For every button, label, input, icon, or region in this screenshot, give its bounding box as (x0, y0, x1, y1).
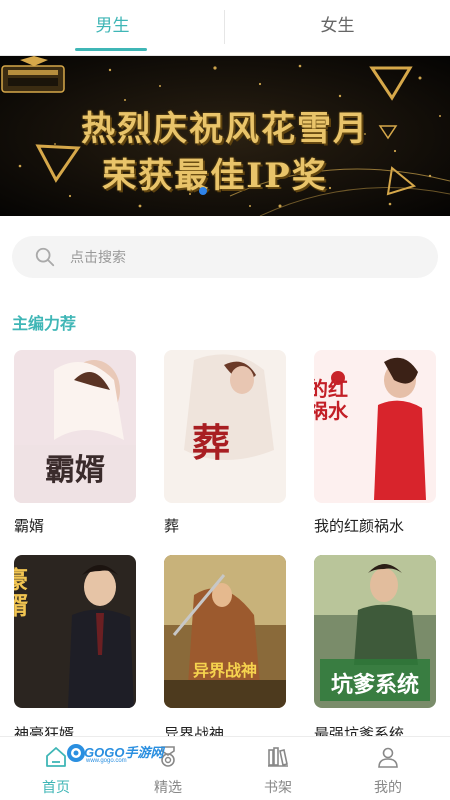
nav-bookshelf[interactable]: 书架 (222, 737, 334, 800)
section-title-editor-picks: 主编力荐 (12, 316, 77, 333)
nav-profile-label: 我的 (374, 779, 402, 795)
user-icon (378, 747, 398, 768)
promo-banner[interactable]: 热烈庆祝风花雪月 荣获最佳IP奖 (0, 56, 450, 216)
book-card[interactable]: 异界战神 异界战神 (164, 555, 286, 743)
watermark-subtext: www.gogo.com (86, 758, 127, 764)
book-cover[interactable]: 异界战神 (164, 555, 286, 708)
book-cover-title: 我的红颜祸水 (314, 377, 348, 423)
nav-featured-label: 精选 (154, 779, 182, 795)
book-card[interactable]: 神豪狂婿 神豪狂婿 (14, 555, 136, 743)
book-cover-title: 神豪狂婿 (14, 565, 28, 620)
book-cover[interactable]: 坑爹系统 (314, 555, 436, 708)
book-card[interactable]: 霸婿 霸婿 (14, 350, 136, 540)
book-title[interactable]: 葬 (164, 515, 179, 536)
active-tab-indicator (75, 48, 147, 51)
book-card[interactable]: 我的红颜祸水 我的红颜祸水 (314, 350, 436, 540)
book-cover[interactable]: 我的红颜祸水 (314, 350, 436, 503)
book-cover[interactable]: 神豪狂婿 (14, 555, 136, 708)
nav-bookshelf-label: 书架 (264, 779, 292, 795)
book-card[interactable]: 坑爹系统 最强坑爹系统 (314, 555, 436, 743)
book-cover-title: 坑爹系统 (330, 672, 419, 698)
tab-male[interactable]: 男生 (0, 0, 225, 54)
search-icon (35, 247, 55, 267)
banner-award-logo (1, 56, 65, 93)
book-cover-title: 葬 (191, 420, 230, 465)
book-title[interactable]: 我的红颜祸水 (314, 515, 404, 536)
book-title[interactable]: 霸婿 (14, 515, 44, 536)
book-cover-title: 霸婿 (45, 453, 105, 488)
banner-headline: 热烈庆祝风花雪月 (81, 109, 369, 149)
banner-dot-1[interactable] (199, 187, 207, 195)
book-cover-title: 异界战神 (192, 661, 257, 680)
banner-pagination (199, 187, 259, 197)
top-tab-bar: 男生 女生 (0, 0, 450, 56)
book-card[interactable]: 葬 葬 (164, 350, 286, 540)
search-bar[interactable] (12, 236, 438, 278)
book-cover[interactable]: 葬 (164, 350, 286, 503)
book-cover[interactable]: 霸婿 (14, 350, 136, 503)
search-input[interactable] (70, 236, 410, 278)
tab-female[interactable]: 女生 (225, 0, 450, 54)
bookshelf-icon (268, 747, 288, 767)
nav-profile[interactable]: 我的 (332, 737, 444, 800)
nav-home-label: 首页 (42, 779, 70, 795)
home-icon (46, 747, 66, 767)
